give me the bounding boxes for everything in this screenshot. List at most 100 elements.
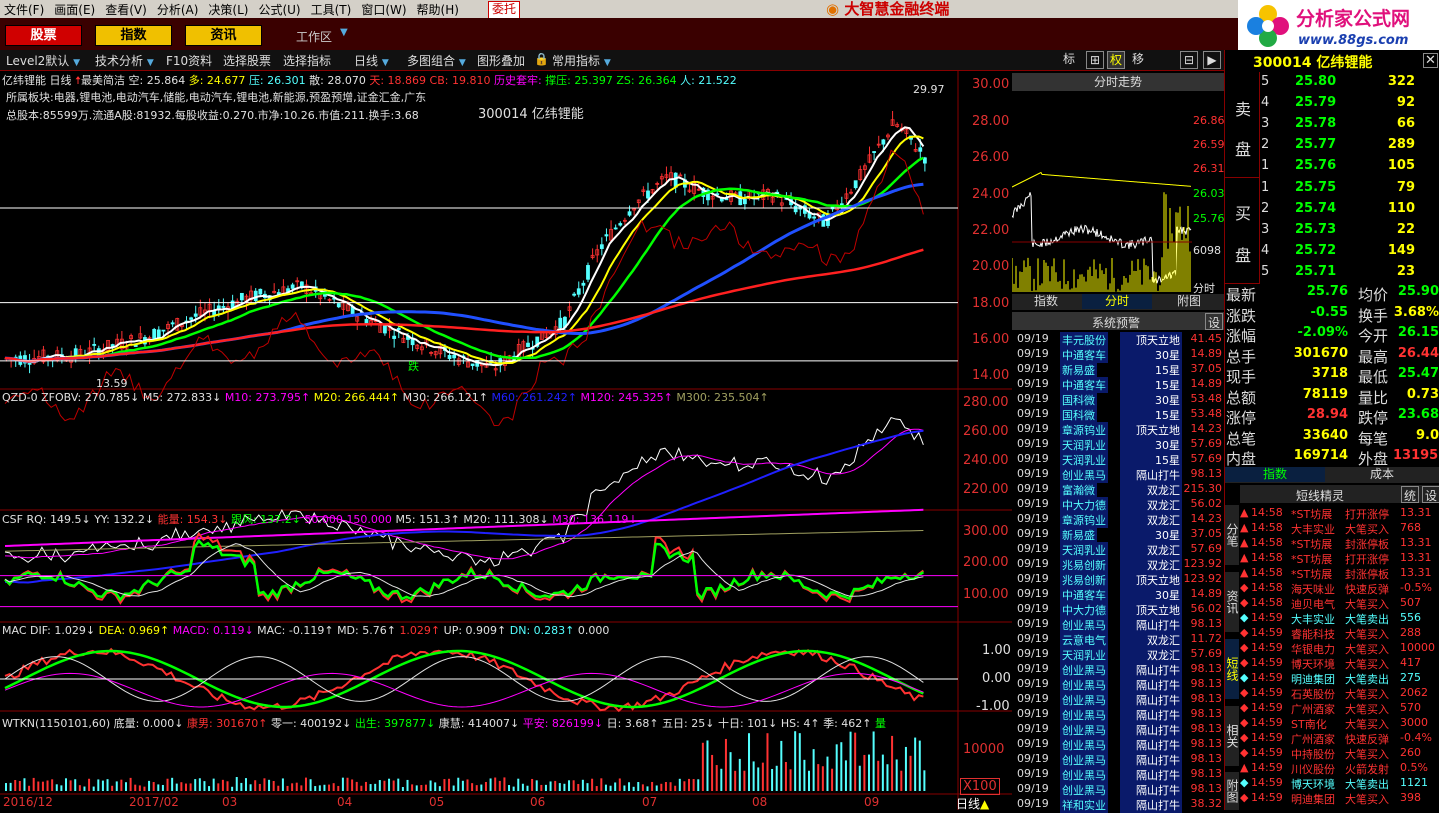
flash-row[interactable]: ▲ 14:58 *ST坊展 封涨停板 13.31 xyxy=(1240,536,1439,551)
alert-row[interactable]: 09/19 中通客车 15星 14.89 xyxy=(1012,377,1224,393)
index-button[interactable]: 指数 xyxy=(95,25,172,46)
sell-level-row[interactable]: 1 25.76 105 xyxy=(1225,158,1439,179)
flash-row[interactable]: ◆ 14:59 广州酒家 快速反弹 -0.4% xyxy=(1240,731,1439,746)
tb-tech-analysis[interactable]: 技术分析 ▼ xyxy=(95,52,154,69)
side-tab-detail[interactable]: 分笔 xyxy=(1225,505,1239,565)
flash-settings-button[interactable]: 设 xyxy=(1422,486,1439,503)
sell-level-row[interactable]: 3 25.78 66 xyxy=(1225,116,1439,137)
menu-view[interactable]: 查看(V) xyxy=(101,0,153,18)
side-tab-subchart[interactable]: 附图 xyxy=(1225,772,1239,810)
flash-row[interactable]: ◆ 14:59 大丰实业 大笔卖出 556 xyxy=(1240,611,1439,626)
flash-row[interactable]: ◆ 14:59 中持股份 大笔买入 260 xyxy=(1240,746,1439,761)
alert-row[interactable]: 09/19 创业黑马 隔山打牛 98.13 xyxy=(1012,617,1224,633)
alert-row[interactable]: 09/19 创业黑马 隔山打牛 98.13 xyxy=(1012,707,1224,723)
buy-level-row[interactable]: 2 25.74 110 xyxy=(1225,201,1439,222)
tab-subchart[interactable]: 附图 xyxy=(1154,294,1224,309)
flash-row[interactable]: ▲ 14:58 *ST坊展 打开涨停 13.31 xyxy=(1240,551,1439,566)
menu-tools[interactable]: 工具(T) xyxy=(307,0,358,18)
alert-row[interactable]: 09/19 创业黑马 隔山打牛 98.13 xyxy=(1012,677,1224,693)
alert-row[interactable]: 09/19 兆易创新 双龙汇 123.92 xyxy=(1012,557,1224,573)
alert-row[interactable]: 09/19 创业黑马 隔山打牛 98.13 xyxy=(1012,737,1224,753)
alert-row[interactable]: 09/19 天润乳业 双龙汇 57.69 xyxy=(1012,542,1224,558)
alert-row[interactable]: 09/19 创业黑马 隔山打牛 98.13 xyxy=(1012,722,1224,738)
sell-level-row[interactable]: 2 25.77 289 xyxy=(1225,137,1439,158)
sell-level-row[interactable]: 4 25.79 92 xyxy=(1225,95,1439,116)
tab-index-q[interactable]: 指数 xyxy=(1225,467,1325,482)
tb-overlay[interactable]: 图形叠加 xyxy=(477,52,525,69)
workarea-dropdown-icon[interactable]: ▼ xyxy=(340,27,348,38)
news-button[interactable]: 资讯 xyxy=(185,25,262,46)
buy-level-row[interactable]: 4 25.72 149 xyxy=(1225,243,1439,264)
menu-window[interactable]: 窗口(W) xyxy=(357,0,412,18)
lock-icon[interactable]: 🔒 xyxy=(534,52,549,66)
tab-index[interactable]: 指数 xyxy=(1012,294,1080,309)
tb-select-stock[interactable]: 选择股票 xyxy=(223,52,271,69)
alert-row[interactable]: 09/19 丰元股份 顶天立地 41.45 xyxy=(1012,332,1224,348)
menu-formula[interactable]: 公式(U) xyxy=(254,0,306,18)
tb-multi-chart[interactable]: 多图组合 ▼ xyxy=(407,52,466,69)
alert-row[interactable]: 09/19 章源钨业 双龙汇 14.23 xyxy=(1012,512,1224,528)
flash-row[interactable]: ◆ 14:58 海天味业 快速反弹 -0.5% xyxy=(1240,581,1439,596)
menu-view-screen[interactable]: 画面(E) xyxy=(50,0,101,18)
alert-row[interactable]: 09/19 中大力德 顶天立地 56.02 xyxy=(1012,602,1224,618)
tb-level2[interactable]: Level2默认 ▼ xyxy=(6,52,80,69)
alert-row[interactable]: 09/19 创业黑马 隔山打牛 98.13 xyxy=(1012,692,1224,708)
alert-row[interactable]: 09/19 国科微 30星 53.48 xyxy=(1012,392,1224,408)
tb-f10[interactable]: F10资料 xyxy=(166,52,212,69)
flash-row[interactable]: ◆ 14:59 华银电力 大笔买入 10000 xyxy=(1240,641,1439,656)
alert-row[interactable]: 09/19 新易盛 15星 37.05 xyxy=(1012,362,1224,378)
alert-row[interactable]: 09/19 中通客车 30星 14.89 xyxy=(1012,587,1224,603)
flash-row[interactable]: ◆ 14:58 迪贝电气 大笔买入 507 xyxy=(1240,596,1439,611)
flash-row[interactable]: ◆ 14:59 石英股份 大笔买入 2062 xyxy=(1240,686,1439,701)
alert-row[interactable]: 09/19 创业黑马 隔山打牛 98.13 xyxy=(1012,782,1224,798)
alert-row[interactable]: 09/19 章源钨业 顶天立地 14.23 xyxy=(1012,422,1224,438)
tb-move-button[interactable]: 移 xyxy=(1130,51,1146,67)
alert-row[interactable]: 09/19 天润乳业 双龙汇 57.69 xyxy=(1012,647,1224,663)
tb-daily[interactable]: 日线 ▼ xyxy=(354,52,389,69)
alert-row[interactable]: 09/19 创业黑马 隔山打牛 98.13 xyxy=(1012,767,1224,783)
grid-icon[interactable]: ⊞ xyxy=(1086,51,1104,69)
buy-level-row[interactable]: 5 25.71 23 xyxy=(1225,264,1439,285)
alert-row[interactable]: 09/19 创业黑马 隔山打牛 98.13 xyxy=(1012,662,1224,678)
menu-analysis[interactable]: 分析(A) xyxy=(153,0,205,18)
stock-button[interactable]: 股票 xyxy=(5,25,82,46)
tb-right-button[interactable]: 权 xyxy=(1107,51,1125,69)
flash-row[interactable]: ◆ 14:59 ST南化 大笔买入 3000 xyxy=(1240,716,1439,731)
flash-row[interactable]: ◆ 14:59 博天环境 大笔买入 417 xyxy=(1240,656,1439,671)
alert-row[interactable]: 09/19 新易盛 30星 37.05 xyxy=(1012,527,1224,543)
buy-level-row[interactable]: 1 25.75 79 xyxy=(1225,180,1439,201)
menu-decision[interactable]: 决策(L) xyxy=(204,0,254,18)
close-icon[interactable]: ✕ xyxy=(1423,53,1438,68)
alert-row[interactable]: 09/19 创业黑马 隔山打牛 98.13 xyxy=(1012,467,1224,483)
menu-file[interactable]: 文件(F) xyxy=(0,0,50,18)
tab-cost[interactable]: 成本 xyxy=(1327,467,1437,482)
side-tab-related[interactable]: 相关 xyxy=(1225,706,1239,766)
flash-row[interactable]: ◆ 14:59 睿能科技 大笔买入 288 xyxy=(1240,626,1439,641)
alert-row[interactable]: 09/19 中通客车 30星 14.89 xyxy=(1012,347,1224,363)
kline-chart[interactable] xyxy=(0,71,1012,810)
side-tab-flash[interactable]: 短线 xyxy=(1225,639,1239,699)
flash-row[interactable]: ◆ 14:59 明迪集团 大笔买入 398 xyxy=(1240,791,1439,806)
alert-row[interactable]: 09/19 天润乳业 15星 57.69 xyxy=(1012,452,1224,468)
sell-level-row[interactable]: 5 25.80 322 xyxy=(1225,74,1439,95)
alert-row[interactable]: 09/19 天润乳业 30星 57.69 xyxy=(1012,437,1224,453)
flash-row[interactable]: ◆ 14:59 明迪集团 大笔卖出 275 xyxy=(1240,671,1439,686)
alert-row[interactable]: 09/19 国科微 15星 53.48 xyxy=(1012,407,1224,423)
window-icon[interactable]: ⊟ xyxy=(1180,51,1198,69)
flash-row[interactable]: ▲ 14:58 *ST坊展 打开涨停 13.31 xyxy=(1240,506,1439,521)
flash-row[interactable]: ◆ 14:59 广州酒家 大笔买入 570 xyxy=(1240,701,1439,716)
side-tab-news[interactable]: 资讯 xyxy=(1225,572,1239,632)
flash-stat-button[interactable]: 统 xyxy=(1401,486,1419,503)
tb-select-indicator[interactable]: 选择指标 xyxy=(283,52,331,69)
alert-row[interactable]: 09/19 云意电气 双龙汇 11.72 xyxy=(1012,632,1224,648)
alert-row[interactable]: 09/19 兆易创新 顶天立地 123.92 xyxy=(1012,572,1224,588)
alert-settings-button[interactable]: 设 xyxy=(1205,313,1223,330)
tab-intraday[interactable]: 分时 xyxy=(1082,294,1152,309)
alert-row[interactable]: 09/19 富瀚微 双龙汇 215.30 xyxy=(1012,482,1224,498)
tb-common-indicator[interactable]: 常用指标 ▼ xyxy=(552,52,611,69)
flash-row[interactable]: ▲ 14:58 *ST坊展 封涨停板 13.31 xyxy=(1240,566,1439,581)
trade-button[interactable]: 委托 xyxy=(488,1,521,19)
menu-help[interactable]: 帮助(H) xyxy=(413,0,465,18)
buy-level-row[interactable]: 3 25.73 22 xyxy=(1225,222,1439,243)
flash-row[interactable]: ◆ 14:59 博天环境 大笔卖出 1121 xyxy=(1240,776,1439,791)
